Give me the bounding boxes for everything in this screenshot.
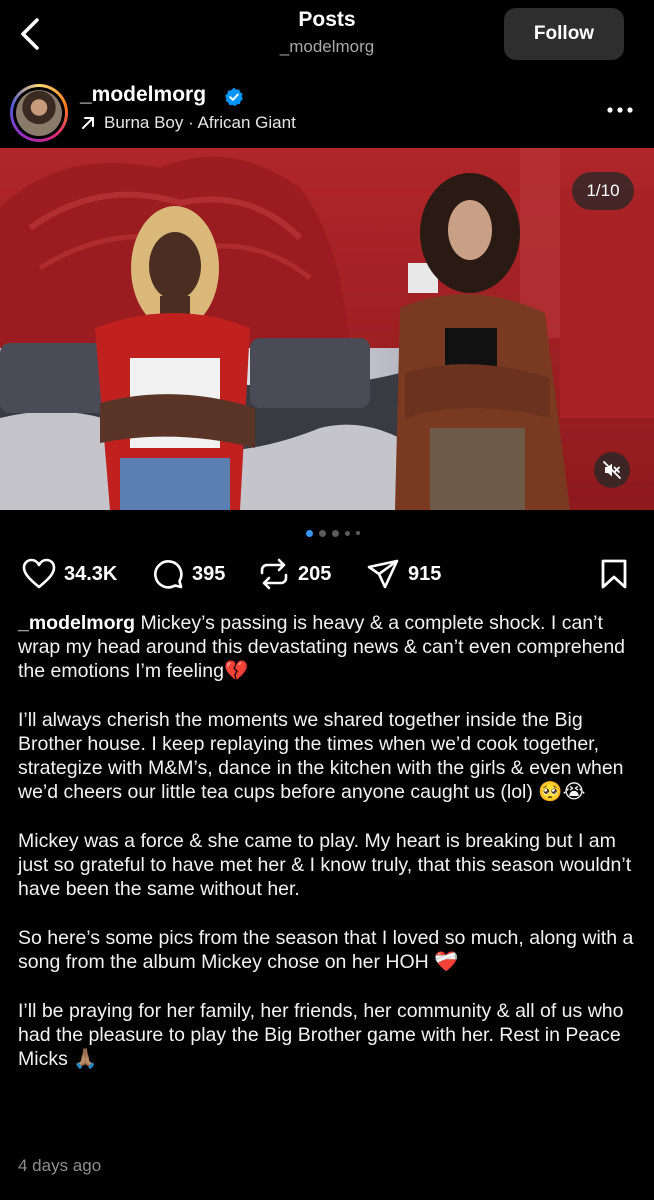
repost-button[interactable]: 205 xyxy=(258,556,331,592)
speaker-muted-icon xyxy=(603,461,621,479)
post-header: _modelmorg Burna Boy · African Giant xyxy=(0,76,654,146)
caption-paragraph: So here’s some pics from the season that… xyxy=(18,927,634,973)
carousel-dot xyxy=(356,531,360,535)
post-actions: 34.3K 395 205 915 xyxy=(0,556,654,592)
like-count: 34.3K xyxy=(64,562,118,585)
arrow-up-right-icon xyxy=(82,117,94,129)
carousel-indicator xyxy=(306,529,360,537)
caption-username[interactable]: _modelmorg xyxy=(18,612,135,634)
carousel-counter: 1/10 xyxy=(572,172,634,210)
comment-count: 395 xyxy=(192,562,226,585)
verified-badge-icon xyxy=(225,87,243,107)
caption-paragraph: I’ll be praying for her family, her frie… xyxy=(18,1000,624,1070)
share-button[interactable]: 915 xyxy=(366,556,441,592)
avatar[interactable] xyxy=(10,84,68,142)
mute-button[interactable] xyxy=(594,452,630,488)
carousel-dot xyxy=(306,529,313,537)
top-bar: Posts _modelmorg Follow xyxy=(0,0,654,68)
repost-icon xyxy=(260,558,288,590)
like-button[interactable]: 34.3K xyxy=(22,556,117,592)
caption-paragraph: Mickey was a force & she came to play. M… xyxy=(18,830,632,900)
send-icon xyxy=(367,559,399,589)
post-photo xyxy=(0,148,654,510)
post-caption: _modelmorg Mickey’s passing is heavy & a… xyxy=(18,611,642,1096)
carousel-dot xyxy=(345,530,350,536)
more-options-icon[interactable] xyxy=(602,98,638,122)
music-label: Burna Boy · African Giant xyxy=(104,113,296,132)
caption-paragraph: _modelmorg Mickey’s passing is heavy & a… xyxy=(18,611,642,683)
comment-button[interactable]: 395 xyxy=(152,556,225,592)
repost-count: 205 xyxy=(298,562,332,585)
music-link[interactable]: Burna Boy · African Giant xyxy=(80,113,296,133)
author-username[interactable]: _modelmorg xyxy=(80,83,206,107)
bookmark-icon[interactable] xyxy=(598,558,630,590)
comment-icon xyxy=(154,560,183,589)
caption-paragraph: I’ll always cherish the moments we share… xyxy=(18,709,624,803)
share-count: 915 xyxy=(408,562,442,585)
carousel-dot xyxy=(332,529,339,537)
follow-button[interactable]: Follow xyxy=(504,8,624,60)
post-timestamp: 4 days ago xyxy=(18,1156,102,1175)
carousel-dot xyxy=(319,529,326,537)
avatar-image xyxy=(16,90,62,136)
heart-icon xyxy=(22,558,56,589)
post-media-carousel[interactable]: 1/10 xyxy=(0,148,654,510)
